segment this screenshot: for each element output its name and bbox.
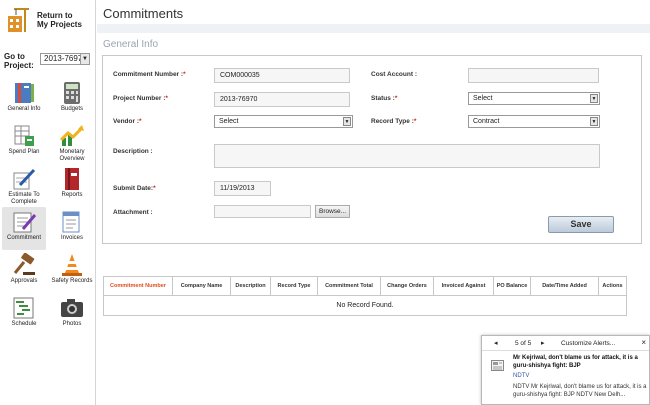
column-header[interactable]: Date/Time Added: [531, 277, 599, 295]
column-header[interactable]: Actions: [599, 277, 626, 295]
record-type-label: Record Type :*: [371, 118, 417, 125]
page-title: Commitments: [103, 6, 184, 21]
nav-label: Schedule: [11, 321, 37, 327]
submit-date-field[interactable]: 11/19/2013: [214, 181, 271, 196]
vendor-label: Vendor :*: [113, 118, 142, 125]
section-title: General Info: [103, 39, 159, 50]
title-divider: [97, 24, 650, 33]
alert-headline[interactable]: Mr Kejriwal, don't blame us for attack, …: [513, 354, 647, 370]
goto-project-label: Go to Project:: [4, 52, 34, 70]
nav-label: Invoices: [60, 235, 83, 241]
nav-monetary-overview[interactable]: Monetary Overview: [50, 121, 94, 164]
save-button[interactable]: Save: [548, 216, 614, 233]
building-crane-icon: [6, 6, 30, 34]
nav-label: Estimate To Complete: [8, 192, 40, 205]
chevron-down-icon: ▼: [590, 94, 598, 103]
cost-account-field[interactable]: [468, 68, 599, 83]
commitment-number-label: Commitment Number :*: [113, 71, 186, 78]
traffic-cone-icon: [59, 253, 85, 277]
attachment-file-field[interactable]: [214, 205, 311, 218]
column-header[interactable]: Commitment Number: [104, 277, 173, 295]
nav-estimate-to-complete[interactable]: Estimate To Complete: [2, 164, 46, 207]
return-label: Return to My Projects: [37, 11, 82, 29]
nav-label: Photos: [62, 321, 82, 327]
nav-budgets[interactable]: Budgets: [50, 78, 94, 121]
project-number-label: Project Number :*: [113, 95, 168, 102]
commitment-icon: [11, 210, 37, 234]
commitment-number-field[interactable]: COM000035: [214, 68, 350, 83]
nav-schedule[interactable]: Schedule: [2, 293, 46, 336]
alert-source: NDTV: [513, 373, 530, 379]
nav-label: Approvals: [10, 278, 38, 284]
vendor-select-value: Select: [219, 118, 239, 125]
description-label: Description :: [113, 148, 153, 155]
column-header[interactable]: Company Name: [173, 277, 231, 295]
project-number-field[interactable]: 2013-76970: [214, 92, 350, 107]
binder-icon: [11, 81, 37, 105]
nav-spend-plan[interactable]: Spend Plan: [2, 121, 46, 164]
column-header[interactable]: Invoiced Against: [434, 277, 494, 295]
browse-button[interactable]: Browse...: [315, 205, 351, 218]
gantt-icon: [11, 296, 37, 320]
invoice-icon: [59, 210, 85, 234]
nav-label: Budgets: [60, 106, 84, 112]
status-label: Status :*: [371, 95, 398, 102]
column-header[interactable]: Commitment Total: [318, 277, 381, 295]
status-select[interactable]: Select ▼: [468, 92, 600, 105]
report-binder-icon: [59, 167, 85, 191]
nav-safety-records[interactable]: Safety Records: [50, 250, 94, 293]
nav-label: Spend Plan: [8, 149, 40, 155]
chevron-down-icon: ▼: [590, 117, 598, 126]
project-select[interactable]: 2013-76970 ▼: [40, 53, 90, 65]
nav-approvals[interactable]: Approvals: [2, 250, 46, 293]
chevron-down-icon: ▼: [80, 54, 89, 64]
news-icon: [491, 358, 504, 371]
column-header[interactable]: PO Balance: [494, 277, 531, 295]
vendor-select[interactable]: Select ▼: [214, 115, 353, 128]
status-select-value: Select: [473, 95, 493, 102]
nav-invoices[interactable]: Invoices: [50, 207, 94, 250]
chevron-down-icon: ▼: [343, 117, 351, 126]
record-type-select[interactable]: Contract ▼: [468, 115, 600, 128]
return-to-projects-link[interactable]: Return to My Projects: [6, 6, 83, 34]
nav-label: Commitment: [6, 235, 41, 241]
nav-commitment[interactable]: Commitment: [2, 207, 46, 250]
nav-label: General Info: [7, 106, 41, 112]
customize-alerts-link[interactable]: Customize Alerts...: [561, 340, 615, 347]
alert-toolbar: ◂ 5 of 5 ▸ Customize Alerts... ×: [482, 336, 649, 351]
cost-account-label: Cost Account :: [371, 71, 417, 78]
column-header[interactable]: Description: [231, 277, 271, 295]
nav-reports[interactable]: Reports: [50, 164, 94, 207]
nav-label: Safety Records: [51, 278, 93, 284]
previous-alert-button[interactable]: ◂: [494, 339, 498, 347]
nav-label: Monetary Overview: [59, 149, 85, 162]
close-icon[interactable]: ×: [641, 338, 646, 347]
record-type-select-value: Contract: [473, 118, 500, 125]
nav-label: Reports: [61, 192, 83, 198]
description-field[interactable]: [214, 144, 600, 168]
empty-message: No Record Found.: [336, 302, 394, 309]
sidebar: Return to My Projects Go to Project: 201…: [0, 0, 96, 405]
submit-date-label: Submit Date:*: [113, 185, 156, 192]
alert-snippet: NDTV Mr Kejriwal, don't blame us for att…: [513, 384, 647, 398]
camera-icon: [59, 296, 85, 320]
nav-photos[interactable]: Photos: [50, 293, 94, 336]
trend-chart-icon: [59, 124, 85, 148]
spreadsheet-icon: [11, 124, 37, 148]
column-header[interactable]: Record Type: [271, 277, 318, 295]
gavel-icon: [11, 252, 37, 277]
column-header[interactable]: Change Orders: [381, 277, 434, 295]
pencil-paper-icon: [11, 167, 37, 191]
attachment-label: Attachment :: [113, 209, 153, 216]
next-alert-button[interactable]: ▸: [541, 339, 545, 347]
news-alert-popup: ◂ 5 of 5 ▸ Customize Alerts... × Mr Kejr…: [481, 335, 650, 405]
table-header: Commitment Number Company Name Descripti…: [104, 277, 626, 296]
commitments-table: Commitment Number Company Name Descripti…: [103, 276, 627, 316]
general-info-form: Commitment Number :* COM000035 Cost Acco…: [102, 55, 642, 244]
calculator-icon: [59, 81, 85, 105]
module-nav: General Info Budgets Spend Plan Monetary…: [2, 78, 94, 336]
alert-counter: 5 of 5: [515, 340, 532, 347]
nav-general-info[interactable]: General Info: [2, 78, 46, 121]
